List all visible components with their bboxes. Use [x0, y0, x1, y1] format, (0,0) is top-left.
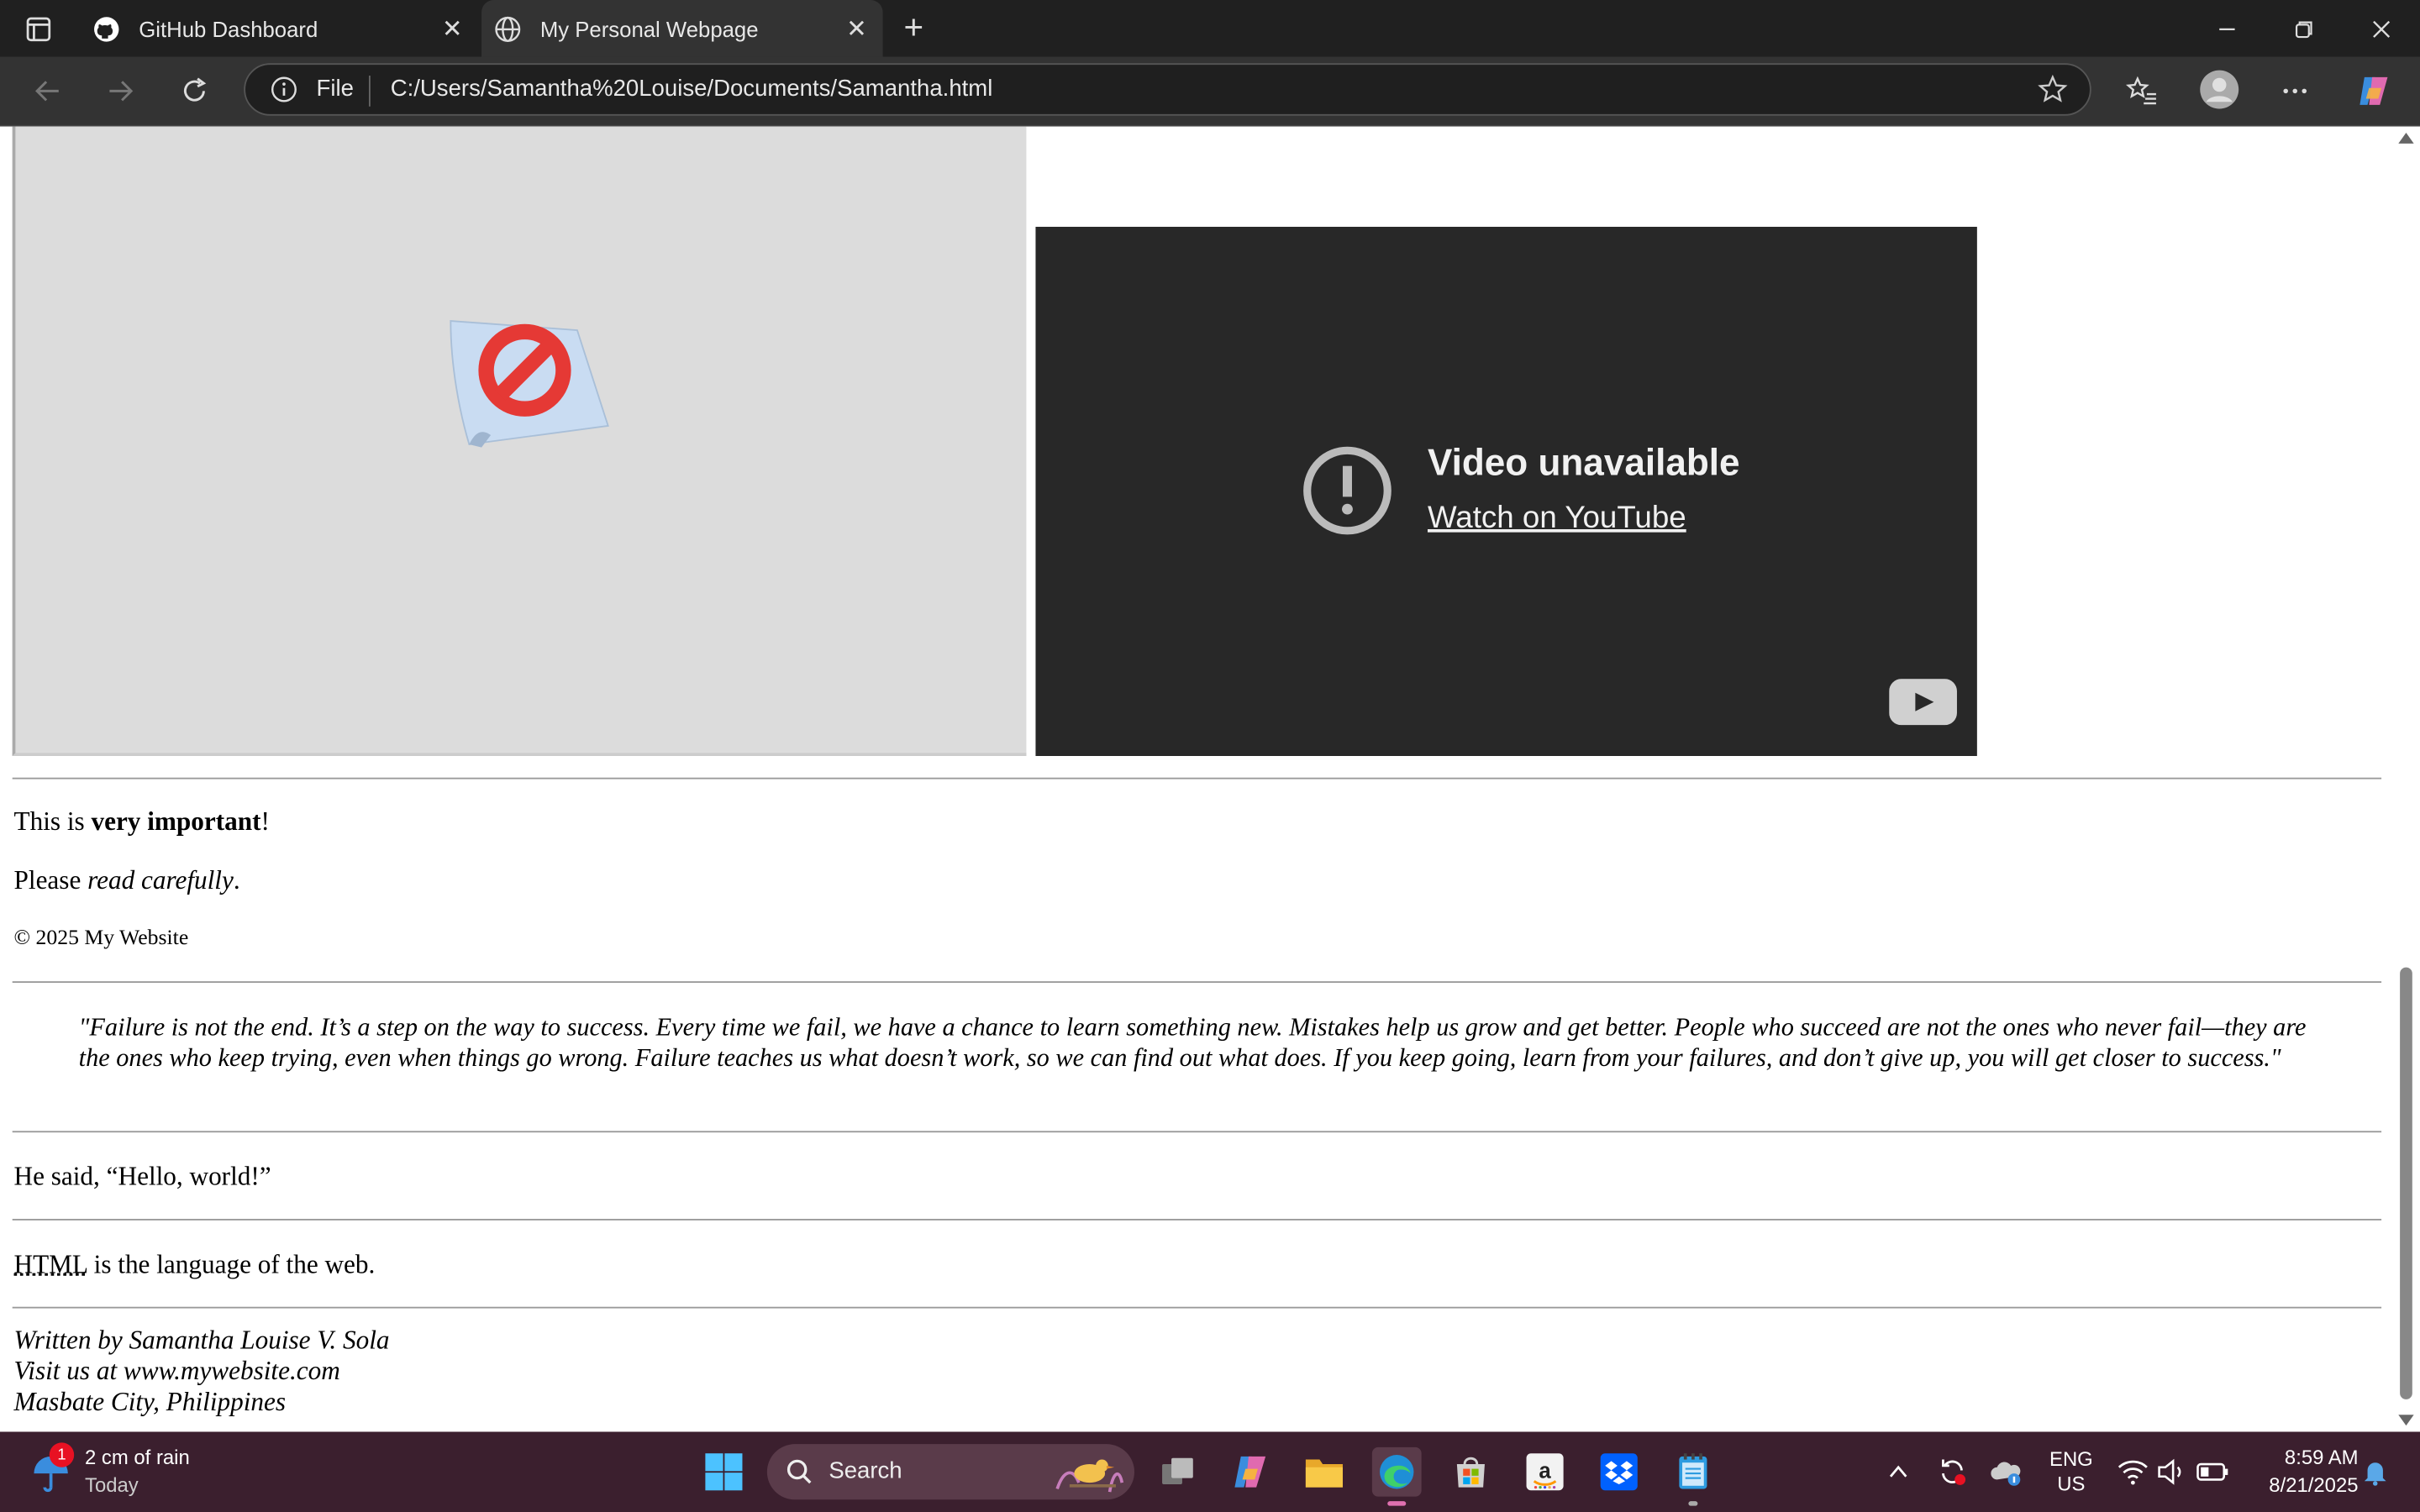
file-explorer-icon[interactable]: [1300, 1447, 1349, 1497]
video-unavailable-title: Video unavailable: [1427, 443, 1740, 485]
language-code: ENG: [2049, 1446, 2093, 1471]
author-line: Written by Samantha Louise V. Sola: [13, 1325, 390, 1355]
notification-bell-icon[interactable]: [2359, 1431, 2392, 1512]
onedrive-cloud-icon[interactable]: [1988, 1431, 2025, 1512]
weather-widget[interactable]: 1 2 cm of rain Today: [31, 1442, 247, 1503]
copilot-app-icon[interactable]: [1225, 1447, 1275, 1497]
microsoft-store-icon[interactable]: [1446, 1447, 1496, 1497]
page-content: Video unavailable Watch on YouTube This …: [0, 126, 2392, 1432]
new-tab-button[interactable]: +: [895, 8, 932, 46]
info-icon[interactable]: [270, 76, 297, 103]
abbreviation[interactable]: HTML: [14, 1250, 87, 1279]
horizontal-rule: [12, 1131, 2382, 1133]
scroll-down-arrow-icon[interactable]: [2398, 1415, 2414, 1426]
horizontal-rule: [12, 981, 2382, 983]
search-label: Search: [829, 1457, 902, 1484]
search-icon: [786, 1459, 812, 1484]
horizontal-rule: [12, 1306, 2382, 1309]
globe-icon: [494, 14, 522, 42]
watch-on-youtube-link[interactable]: Watch on YouTube: [1428, 501, 1686, 537]
task-view-icon[interactable]: [1153, 1447, 1202, 1497]
hello-world-quote: He said, Hello, world!: [13, 1162, 271, 1191]
dropbox-icon[interactable]: [1594, 1447, 1644, 1497]
address-bar[interactable]: File C:/Users/Samantha%20Louise/Document…: [244, 63, 2091, 116]
website-line: Visit us at www.mywebsite.com: [13, 1356, 340, 1386]
tab-github-dashboard[interactable]: GitHub Dashboard ✕: [81, 0, 479, 57]
divider: [368, 76, 371, 107]
notepad-icon[interactable]: [1669, 1447, 1718, 1506]
running-app-indicator: [1688, 1501, 1698, 1506]
alert-circle-icon: [1303, 446, 1392, 535]
tab-my-personal-webpage[interactable]: My Personal Webpage ✕: [481, 0, 883, 57]
back-arrow-icon[interactable]: [24, 70, 71, 113]
github-icon: [92, 14, 120, 42]
blocked-content-icon: [450, 320, 609, 448]
vertical-scrollbar[interactable]: [2391, 126, 2420, 1432]
region-code: US: [2057, 1472, 2086, 1495]
profile-avatar-icon[interactable]: [2198, 68, 2241, 111]
wifi-icon[interactable]: [2116, 1431, 2149, 1512]
location-line: Masbate City, Philippines: [13, 1387, 287, 1417]
notification-badge: 1: [49, 1442, 75, 1467]
scrollbar-thumb[interactable]: [2400, 967, 2412, 1399]
clock-date: 8/21/2025: [2269, 1473, 2359, 1497]
weather-day: Today: [85, 1473, 139, 1497]
blockquote: "Failure is not the end. It’s a step on …: [78, 1011, 2307, 1073]
forward-arrow-icon[interactable]: [97, 70, 144, 113]
close-icon[interactable]: ✕: [843, 14, 871, 42]
sidebar-toggle-icon[interactable]: [22, 13, 55, 46]
taskbar-search-box[interactable]: Search: [766, 1444, 1134, 1500]
close-window-icon[interactable]: [2343, 0, 2420, 57]
tab-label: GitHub Dashboard: [139, 16, 318, 41]
browser-titlebar: GitHub Dashboard ✕ My Personal Webpage ✕…: [0, 0, 2420, 57]
url-text[interactable]: C:/Users/Samantha%20Louise/Documents/Sam…: [391, 76, 993, 102]
refresh-icon[interactable]: [171, 70, 218, 113]
browser-toolbar: File C:/Users/Samantha%20Louise/Document…: [0, 56, 2420, 127]
favorites-icon[interactable]: [2123, 72, 2160, 109]
sync-icon[interactable]: [1933, 1431, 1970, 1512]
horizontal-rule: [12, 777, 2382, 780]
scroll-up-arrow-icon[interactable]: [2398, 132, 2414, 144]
svg-text:a: a: [1539, 1460, 1551, 1483]
windows-start-icon[interactable]: [704, 1452, 744, 1492]
copyright-text: © 2025 My Website: [13, 927, 189, 951]
important-text: This is very important!: [13, 806, 270, 837]
copilot-icon[interactable]: [2355, 72, 2392, 109]
minimize-icon[interactable]: [2188, 0, 2265, 57]
tab-label: My Personal Webpage: [539, 16, 759, 41]
active-app-indicator: [1387, 1501, 1407, 1506]
horizontal-rule: [12, 1219, 2382, 1221]
amazon-app-icon[interactable]: a: [1520, 1447, 1570, 1497]
broken-image-placeholder: [12, 126, 1027, 756]
restore-icon[interactable]: [2265, 0, 2343, 57]
system-clock[interactable]: 8:59 AM 8/21/2025: [2241, 1444, 2359, 1499]
edge-browser-icon[interactable]: [1371, 1446, 1422, 1506]
html-abbr-text: HTML is the language of the web.: [13, 1249, 376, 1279]
chevron-up-icon[interactable]: [1881, 1431, 1915, 1512]
favorite-star-icon[interactable]: [2037, 74, 2068, 105]
more-options-icon[interactable]: [2276, 72, 2313, 109]
clock-time: 8:59 AM: [2284, 1446, 2359, 1469]
volume-icon[interactable]: [2154, 1431, 2188, 1512]
url-scheme-label: File: [316, 76, 354, 102]
weather-summary: 2 cm of rain: [85, 1446, 190, 1469]
language-indicator[interactable]: ENG US: [2044, 1447, 2099, 1497]
close-icon[interactable]: ✕: [439, 14, 466, 42]
youtube-embed[interactable]: Video unavailable Watch on YouTube: [1035, 227, 1977, 756]
search-highlight-bird-icon: [1055, 1459, 1124, 1493]
read-carefully-text: Please read carefully.: [13, 865, 240, 895]
windows-taskbar: 1 2 cm of rain Today Search a ENG US 8:5…: [0, 1431, 2420, 1512]
address-block: Written by Samantha Louise V. Sola Visit…: [14, 1326, 390, 1418]
youtube-play-icon[interactable]: [1889, 679, 1957, 726]
battery-icon[interactable]: [2195, 1431, 2232, 1512]
